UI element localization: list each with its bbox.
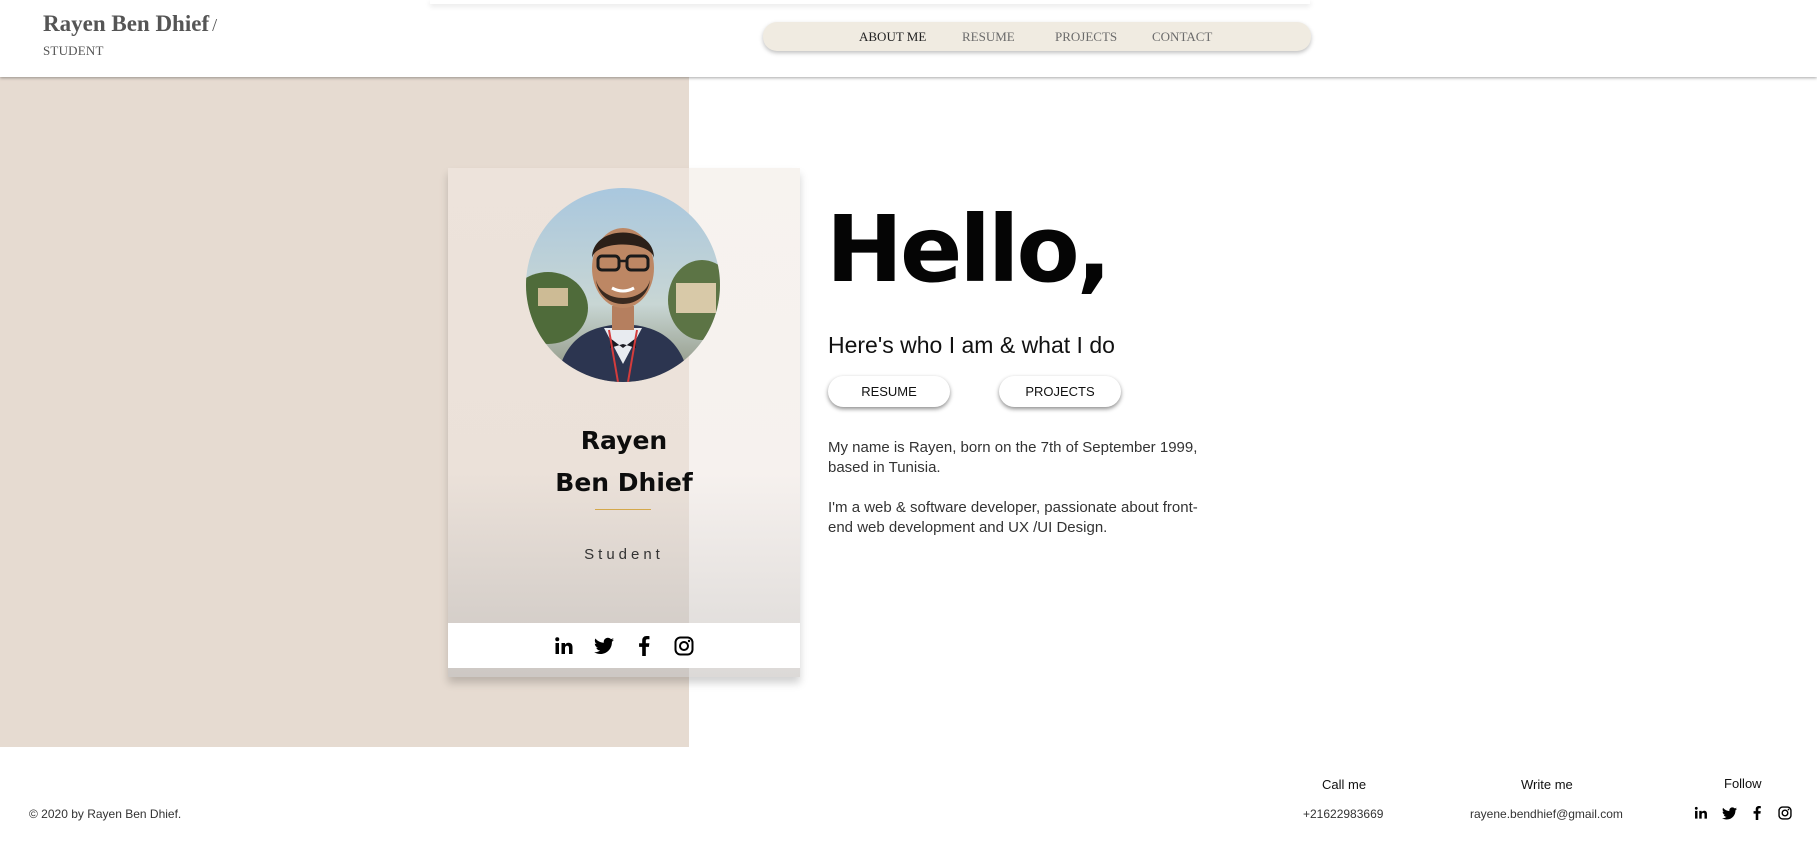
nav-projects[interactable]: PROJECTS bbox=[1055, 29, 1117, 45]
facebook-icon[interactable] bbox=[633, 635, 655, 657]
brand-subtitle: STUDENT bbox=[43, 43, 104, 58]
facebook-icon[interactable] bbox=[1748, 804, 1766, 822]
footer-write-label: Write me bbox=[1521, 777, 1573, 792]
brand-name[interactable]: Rayen Ben Dhief bbox=[43, 11, 209, 36]
resume-button[interactable]: RESUME bbox=[828, 376, 950, 407]
about-paragraph: I'm a web & software developer, passiona… bbox=[828, 499, 1198, 536]
gold-divider bbox=[595, 509, 651, 510]
twitter-icon[interactable] bbox=[1720, 804, 1738, 822]
brand-slash: / bbox=[212, 15, 218, 35]
intro-subtitle: Here's who I am & what I do bbox=[828, 332, 1115, 358]
nav-resume[interactable]: RESUME bbox=[962, 29, 1015, 45]
twitter-icon[interactable] bbox=[593, 635, 615, 657]
linkedin-icon[interactable] bbox=[553, 635, 575, 657]
hello-heading: Hello, bbox=[826, 196, 1112, 303]
site-brand[interactable]: Rayen Ben Dhief / STUDENT bbox=[43, 11, 217, 59]
footer-email[interactable]: rayene.bendhief@gmail.com bbox=[1470, 807, 1623, 821]
profile-photo bbox=[526, 188, 720, 382]
card-first-name: Rayen bbox=[580, 426, 668, 455]
projects-button[interactable]: PROJECTS bbox=[999, 376, 1121, 407]
footer-social-bar bbox=[1692, 804, 1794, 822]
card-role: Student bbox=[584, 546, 664, 563]
nav-contact[interactable]: CONTACT bbox=[1152, 29, 1212, 45]
footer-copyright: © 2020 by Rayen Ben Dhief. bbox=[29, 807, 182, 821]
nav-about-me[interactable]: ABOUT ME bbox=[859, 29, 926, 45]
card-full-name: Rayen Ben Dhief bbox=[448, 420, 800, 504]
intro-paragraph: My name is Rayen, born on the 7th of Sep… bbox=[828, 439, 1198, 476]
main-nav: ABOUT ME RESUME PROJECTS CONTACT bbox=[763, 22, 1311, 51]
site-header: Rayen Ben Dhief / STUDENT ABOUT ME RESUME… bbox=[0, 0, 1817, 77]
profile-photo-illustration bbox=[526, 188, 720, 382]
instagram-icon[interactable] bbox=[1776, 804, 1794, 822]
linkedin-icon[interactable] bbox=[1692, 804, 1710, 822]
footer-phone[interactable]: +21622983669 bbox=[1303, 807, 1383, 821]
profile-card: Rayen Ben Dhief Student bbox=[448, 168, 800, 677]
footer-follow-label: Follow bbox=[1724, 776, 1762, 791]
header-strip-shadow bbox=[430, 0, 1310, 4]
card-last-name: Ben Dhief bbox=[555, 468, 693, 497]
instagram-icon[interactable] bbox=[673, 635, 695, 657]
footer-call-label: Call me bbox=[1322, 777, 1367, 792]
card-social-bar bbox=[448, 623, 800, 668]
